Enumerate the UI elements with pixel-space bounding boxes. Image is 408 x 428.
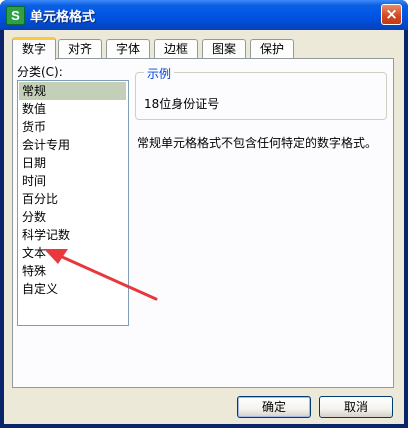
list-item[interactable]: 数值: [19, 100, 126, 118]
number-tab-panel: 分类(C): 常规 数值 货币 会计专用 日期 时间 百分比 分数 科学记数 文…: [12, 58, 394, 388]
dialog-title: 单元格格式: [30, 10, 96, 25]
tab-patterns[interactable]: 图案: [202, 39, 246, 58]
wps-spreadsheet-icon: S: [6, 6, 25, 25]
cancel-button[interactable]: 取消: [319, 396, 393, 418]
category-label: 分类(C):: [17, 65, 63, 79]
list-item[interactable]: 特殊: [19, 262, 126, 280]
title-bar[interactable]: S 单元格格式 ×: [0, 0, 408, 30]
tab-protection[interactable]: 保护: [250, 39, 294, 58]
sample-value: 18位身份证号: [144, 97, 220, 111]
tab-border[interactable]: 边框: [154, 39, 198, 58]
list-item[interactable]: 时间: [19, 172, 126, 190]
list-item[interactable]: 日期: [19, 154, 126, 172]
tab-number[interactable]: 数字: [12, 37, 56, 60]
list-item[interactable]: 会计专用: [19, 136, 126, 154]
format-cells-dialog: S 单元格格式 × 数字 对齐 字体 边框 图案 保护 分类(C): 常规 数值…: [0, 0, 408, 428]
list-item[interactable]: 自定义: [19, 280, 126, 298]
tab-font[interactable]: 字体: [106, 39, 150, 58]
list-item[interactable]: 百分比: [19, 190, 126, 208]
list-item[interactable]: 常规: [19, 82, 126, 100]
format-description: 常规单元格格式不包含任何特定的数字格式。: [137, 136, 378, 150]
close-icon[interactable]: ×: [381, 4, 402, 25]
list-item[interactable]: 科学记数: [19, 226, 126, 244]
sample-legend: 示例: [144, 65, 175, 82]
sample-group: 示例 18位身份证号: [135, 65, 387, 120]
list-item[interactable]: 货币: [19, 118, 126, 136]
category-listbox[interactable]: 常规 数值 货币 会计专用 日期 时间 百分比 分数 科学记数 文本 特殊 自定…: [17, 80, 129, 326]
list-item[interactable]: 分数: [19, 208, 126, 226]
ok-button[interactable]: 确定: [237, 396, 311, 418]
tab-alignment[interactable]: 对齐: [58, 39, 102, 58]
dialog-body: 数字 对齐 字体 边框 图案 保护 分类(C): 常规 数值 货币 会计专用 日…: [4, 30, 404, 424]
list-item-text[interactable]: 文本: [19, 244, 126, 262]
